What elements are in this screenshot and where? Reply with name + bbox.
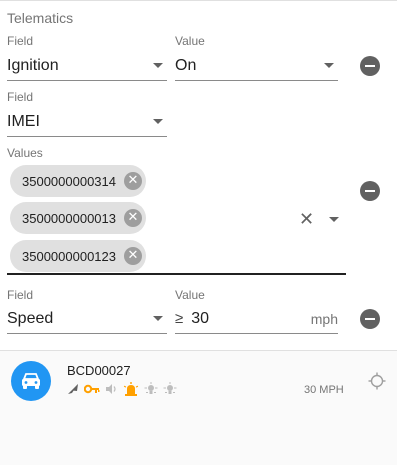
speed-value: 30: [191, 309, 210, 327]
light-icon: [144, 382, 158, 394]
row1-value-value: On: [175, 56, 197, 74]
chip-remove-icon[interactable]: ✕: [124, 172, 142, 190]
remove-row1-button[interactable]: [360, 56, 380, 76]
section-title: Telematics: [7, 10, 74, 26]
vehicle-speed: 30 MPH: [304, 384, 344, 396]
vehicle-status-icons: [67, 382, 177, 396]
value-chip[interactable]: 3500000000314 ✕: [10, 165, 146, 197]
vehicle-list-item[interactable]: [0, 351, 397, 465]
row2-field-value: IMEI: [7, 112, 40, 130]
vehicle-avatar: [11, 361, 51, 401]
row1-field-label: Field: [7, 34, 34, 48]
chip-remove-icon[interactable]: ✕: [124, 209, 142, 227]
key-icon: [84, 384, 100, 394]
row1-value-select[interactable]: On: [175, 51, 338, 81]
clear-values-icon[interactable]: ✕: [299, 209, 314, 230]
chip-remove-icon[interactable]: ✕: [124, 247, 142, 265]
top-divider: [0, 0, 397, 1]
row3-field-value: Speed: [7, 309, 54, 327]
dropdown-caret-icon: [324, 63, 334, 68]
remove-row2-button[interactable]: [360, 181, 380, 201]
unit-label: mph: [310, 310, 338, 327]
values-dropdown-caret-icon[interactable]: [329, 217, 339, 222]
chip-label: 3500000000123: [22, 248, 116, 264]
dropdown-caret-icon: [153, 119, 163, 124]
values-field-underline: [7, 273, 346, 275]
speaker-icon: [106, 384, 116, 394]
minus-icon: [365, 190, 375, 192]
light-icon: [163, 382, 177, 394]
vehicle-name: BCD00027: [67, 363, 131, 378]
row3-value-label: Value: [175, 288, 205, 302]
navigation-arrow-icon: [68, 384, 78, 394]
dropdown-caret-icon: [153, 316, 163, 321]
dropdown-caret-icon: [153, 63, 163, 68]
crosshair-icon[interactable]: [368, 372, 386, 390]
row1-field-select[interactable]: Ignition: [7, 51, 167, 81]
row1-field-value: Ignition: [7, 56, 59, 74]
value-chip[interactable]: 3500000000123 ✕: [10, 240, 146, 272]
row2-values-label: Values: [7, 146, 43, 160]
row1-value-label: Value: [175, 34, 205, 48]
chip-label: 3500000000314: [22, 173, 116, 189]
row3-field-label: Field: [7, 288, 34, 302]
speed-value-input[interactable]: ≥ 30 mph: [175, 304, 338, 334]
operator-symbol: ≥: [175, 310, 184, 327]
remove-row3-button[interactable]: [360, 309, 380, 329]
value-chip[interactable]: 3500000000013 ✕: [10, 202, 146, 234]
minus-icon: [365, 65, 375, 67]
minus-icon: [365, 318, 375, 320]
car-icon: [22, 373, 40, 389]
row3-field-select[interactable]: Speed: [7, 304, 167, 334]
chip-label: 3500000000013: [22, 210, 116, 226]
row2-field-select[interactable]: IMEI: [7, 107, 167, 137]
row2-field-label: Field: [7, 90, 34, 104]
siren-icon: [123, 382, 139, 396]
